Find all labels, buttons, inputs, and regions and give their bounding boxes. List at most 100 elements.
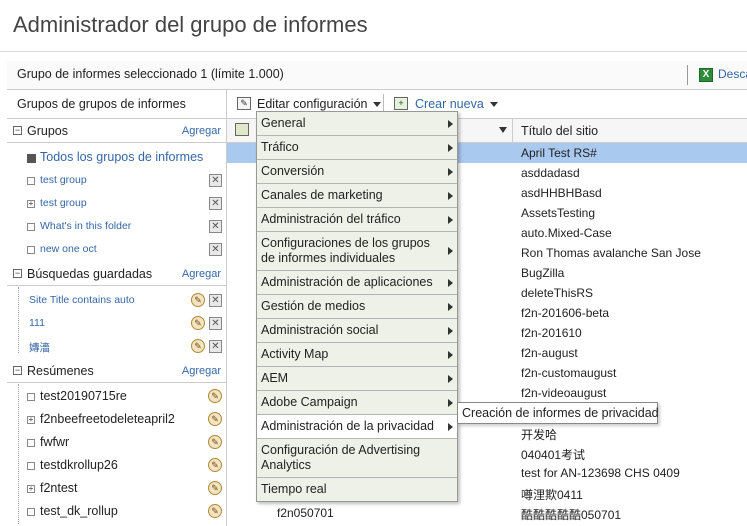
square-bullet-icon — [27, 177, 35, 185]
delete-icon[interactable]: ✕ — [209, 243, 222, 256]
site-title-column-header[interactable]: Título del sitio — [521, 124, 598, 138]
group-item-label[interactable]: new one oct — [40, 243, 97, 255]
saved-search-item[interactable]: 嫥濇 ✎ ✕ — [7, 336, 227, 358]
edit-icon[interactable]: ✎ — [208, 458, 222, 472]
saved-search-item[interactable]: Site Title contains auto ✎ ✕ — [7, 290, 227, 312]
group-item[interactable]: test group ✕ — [7, 170, 227, 192]
expand-icon[interactable]: + — [27, 485, 35, 493]
excel-icon[interactable]: X — [699, 68, 713, 82]
sort-desc-icon[interactable] — [499, 127, 507, 133]
delete-icon[interactable]: ✕ — [209, 174, 222, 187]
rollup-item[interactable]: test20190715re ✎ — [7, 386, 227, 408]
privacy-reporting-menu-item[interactable]: Creación de informes de privacidad — [462, 406, 659, 420]
rollup-label[interactable]: f2ntest — [40, 481, 78, 495]
square-bullet-icon — [27, 393, 35, 401]
menu-item[interactable]: Tráfico — [257, 136, 457, 160]
create-new-icon[interactable]: + — [394, 97, 408, 110]
chevron-right-icon — [448, 119, 453, 128]
chevron-right-icon — [448, 422, 453, 431]
menu-item[interactable]: Adobe Campaign — [257, 391, 457, 415]
delete-icon[interactable]: ✕ — [209, 317, 222, 330]
edit-settings-icon[interactable]: ✎ — [237, 97, 251, 110]
edit-icon[interactable]: ✎ — [191, 339, 205, 353]
rollup-label[interactable]: f2nbeefreetodeleteapril2 — [40, 412, 175, 426]
menu-item[interactable]: Conversión — [257, 160, 457, 184]
rollup-item[interactable]: + f2nbeefreetodeleteapril2 ✎ — [7, 409, 227, 431]
add-saved-search-link[interactable]: Agregar — [182, 268, 221, 280]
group-item-label[interactable]: Todos los grupos de informes — [40, 150, 203, 164]
delete-icon[interactable]: ✕ — [209, 294, 222, 307]
edit-icon[interactable]: ✎ — [208, 389, 222, 403]
delete-icon[interactable]: ✕ — [209, 197, 222, 210]
collapse-icon[interactable]: − — [13, 366, 22, 375]
menu-item[interactable]: Administración del tráfico — [257, 208, 457, 232]
site-title-cell: f2n-201610 — [521, 326, 582, 340]
square-bullet-icon — [27, 439, 35, 447]
group-item[interactable]: What's in this folder ✕ — [7, 216, 227, 238]
rollup-item[interactable]: + f2ntest ✎ — [7, 478, 227, 500]
group-item-label[interactable]: test group — [40, 174, 87, 186]
collapse-icon[interactable]: − — [13, 269, 22, 278]
download-link[interactable]: Descar — [718, 67, 747, 81]
site-title-cell: 酷酷酷酷酷050701 — [521, 508, 622, 522]
add-rollup-link[interactable]: Agregar — [182, 365, 221, 377]
groups-title: Grupos — [27, 124, 68, 138]
saved-search-item[interactable]: 111 ✎ ✕ — [7, 313, 227, 335]
add-group-link[interactable]: Agregar — [182, 125, 221, 137]
menu-item[interactable]: Activity Map — [257, 343, 457, 367]
delete-icon[interactable]: ✕ — [209, 220, 222, 233]
group-item[interactable]: + test group ✕ — [7, 193, 227, 215]
expand-icon[interactable]: + — [27, 416, 35, 424]
rollup-item[interactable]: testdkrollup26 ✎ — [7, 455, 227, 477]
menu-item[interactable]: Canales de marketing — [257, 184, 457, 208]
left-panel: Grupos de grupos de informes − Grupos Ag… — [7, 90, 227, 526]
left-panel-title: Grupos de grupos de informes — [17, 97, 186, 111]
edit-icon[interactable]: ✎ — [191, 316, 205, 330]
edit-icon[interactable]: ✎ — [208, 504, 222, 518]
menu-item[interactable]: Administración de la privacidad — [257, 415, 457, 439]
menu-item-label: Administración de la privacidad — [261, 419, 435, 433]
rollup-label[interactable]: test20190715re — [40, 389, 127, 403]
group-item[interactable]: new one oct ✕ — [7, 239, 227, 261]
menu-item[interactable]: Configuraciones de los grupos de informe… — [257, 232, 457, 271]
menu-item[interactable]: Tiempo real — [257, 478, 457, 501]
report-suite-icon — [235, 123, 249, 136]
menu-item[interactable]: Administración de aplicaciones — [257, 271, 457, 295]
rollup-label[interactable]: test_dk_rollup — [40, 504, 118, 518]
saved-search-label[interactable]: Site Title contains auto — [29, 294, 135, 306]
edit-icon[interactable]: ✎ — [191, 293, 205, 307]
selection-count-text: Grupo de informes seleccionado 1 (límite… — [17, 67, 284, 81]
menu-item[interactable]: AEM — [257, 367, 457, 391]
square-bullet-icon — [27, 246, 35, 254]
expand-icon[interactable]: + — [27, 200, 35, 208]
site-title-cell: Ron Thomas avalanche San Jose — [521, 246, 701, 260]
edit-icon[interactable]: ✎ — [208, 481, 222, 495]
edit-icon[interactable]: ✎ — [208, 435, 222, 449]
menu-item[interactable]: Gestión de medios — [257, 295, 457, 319]
edit-settings-button[interactable]: Editar configuración — [257, 97, 382, 111]
delete-icon[interactable]: ✕ — [209, 340, 222, 353]
site-title-cell: asddadasd — [521, 166, 580, 180]
site-title-cell: auto.Mixed-Case — [521, 226, 612, 240]
menu-item[interactable]: Administración social — [257, 319, 457, 343]
create-new-label: Crear nueva — [415, 97, 484, 111]
menu-item[interactable]: General — [257, 112, 457, 136]
rollup-item[interactable]: fwfwr ✎ — [7, 432, 227, 454]
menu-item-label: General — [261, 116, 306, 130]
saved-search-label[interactable]: 嫥濇 — [29, 340, 50, 355]
rollup-item[interactable]: test_dk_rollup ✎ — [7, 501, 227, 523]
group-item-label[interactable]: test group — [40, 197, 87, 209]
saved-search-label[interactable]: 111 — [29, 317, 45, 329]
rollup-label[interactable]: fwfwr — [40, 435, 69, 449]
group-item-label[interactable]: What's in this folder — [40, 220, 131, 232]
menu-item[interactable]: Configuración de Advertising Analytics — [257, 439, 457, 478]
group-item[interactable]: Todos los grupos de informes — [7, 147, 227, 169]
collapse-icon[interactable]: − — [13, 126, 22, 135]
site-title-cell: f2n-201606-beta — [521, 306, 610, 320]
chevron-down-icon — [489, 102, 498, 108]
edit-icon[interactable]: ✎ — [208, 412, 222, 426]
saved-searches-title: Búsquedas guardadas — [27, 267, 153, 281]
table-row[interactable]: f2n050701 酷酷酷酷酷050701 — [227, 503, 747, 523]
create-new-button[interactable]: Crear nueva — [415, 97, 498, 111]
rollup-label[interactable]: testdkrollup26 — [40, 458, 118, 472]
